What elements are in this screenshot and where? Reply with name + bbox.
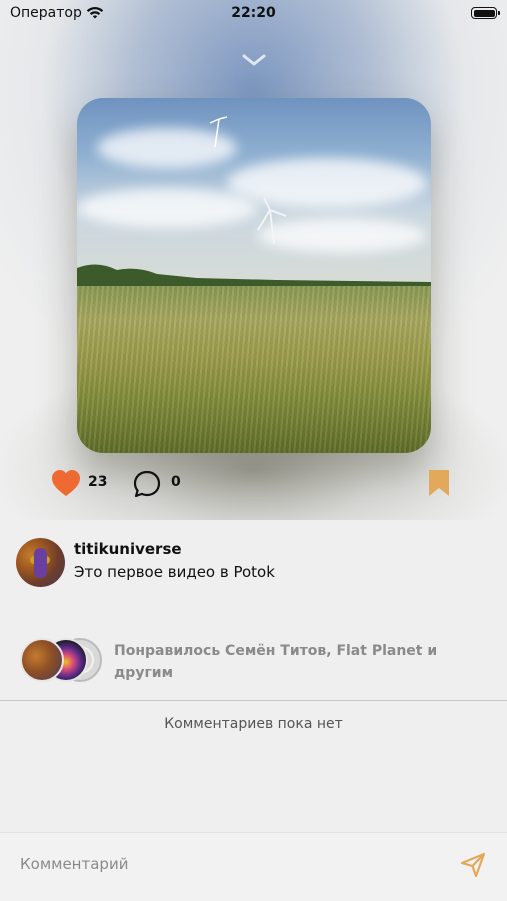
likes-summary[interactable]: Понравилось Семён Титов, Flat Planet и д… <box>0 636 507 688</box>
video-field-texture <box>77 286 431 453</box>
video-treeline <box>77 264 431 288</box>
comment-composer <box>0 832 507 901</box>
send-icon[interactable] <box>459 851 487 883</box>
video-cloud <box>77 188 257 228</box>
empty-comments-label: Комментариев пока нет <box>164 716 343 732</box>
liker-avatar <box>20 638 64 682</box>
post-actions: 23 0 <box>0 464 507 504</box>
post-caption: Это первое видео в Potok <box>74 563 275 581</box>
video-wind-turbine <box>209 116 228 148</box>
heart-icon[interactable] <box>50 468 82 502</box>
chevron-down-icon[interactable] <box>241 52 267 72</box>
like-count: 23 <box>88 474 108 490</box>
video-wind-turbine <box>257 197 287 245</box>
avatar[interactable] <box>16 538 65 587</box>
battery-icon <box>471 7 500 19</box>
status-bar: Оператор 22:20 <box>0 0 507 28</box>
likes-summary-text: Понравилось Семён Титов, Flat Planet и д… <box>114 643 438 681</box>
divider <box>0 700 507 701</box>
video-player[interactable] <box>77 98 431 453</box>
post-meta: titikuniverse Это первое видео в Potok <box>0 536 507 596</box>
comment-icon[interactable] <box>131 468 163 504</box>
bookmark-icon[interactable] <box>427 468 451 502</box>
author-username[interactable]: titikuniverse <box>74 540 182 558</box>
comment-count: 0 <box>171 474 181 490</box>
comment-input[interactable] <box>20 855 420 873</box>
status-time: 22:20 <box>231 5 276 21</box>
